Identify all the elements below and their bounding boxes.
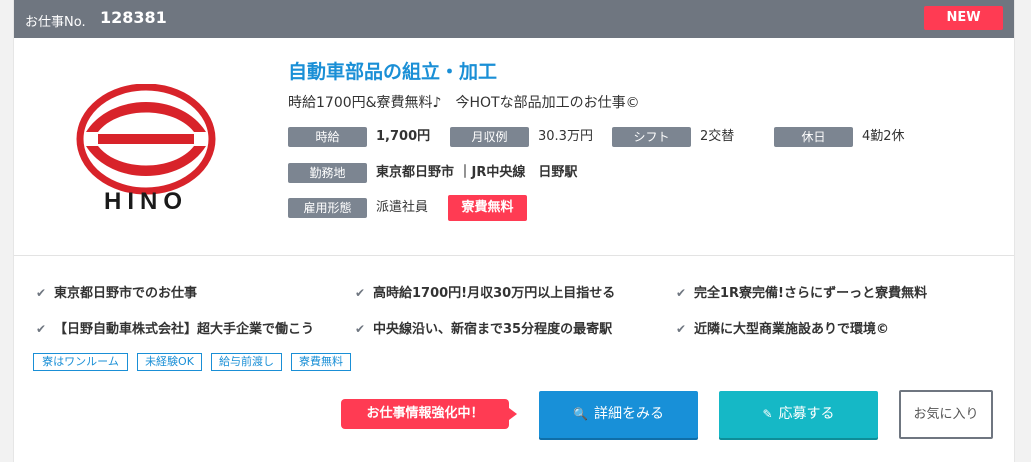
check-icon: ✔ <box>676 322 687 336</box>
check-icon: ✔ <box>676 286 687 300</box>
monthly-income-value: 30.3万円 <box>538 129 593 144</box>
holiday-value: 4勤2休 <box>862 129 905 144</box>
feature-item: ✔ 完全1R寮完備!さらにずーっと寮費無料 <box>676 286 928 301</box>
new-badge: NEW <box>924 6 1003 30</box>
apply-button[interactable]: ✎ 応募する <box>719 391 878 438</box>
job-card: お仕事No. 128381 NEW HINO 自動車部品の組立・加工 時給170… <box>13 0 1015 462</box>
location-label: 勤務地 <box>288 163 367 183</box>
free-dormitory-badge: 寮費無料 <box>448 195 527 221</box>
feature-item: ✔ 【日野自動車株式会社】超大手企業で働こう <box>36 322 315 337</box>
promo-callout: お仕事情報強化中！ <box>341 399 509 429</box>
section-divider <box>14 255 1014 256</box>
tag-free-dorm: 寮費無料 <box>291 353 351 371</box>
wage-value: 1,700円 <box>376 129 431 144</box>
employment-type-label: 雇用形態 <box>288 198 367 218</box>
feature-item: ✔ 中央線沿い、新宿まで35分程度の最寄駅 <box>355 322 613 337</box>
feature-item: ✔ 東京都日野市でのお仕事 <box>36 286 198 301</box>
location-value: 東京都日野市 ｜JR中央線 日野駅 <box>376 165 578 180</box>
check-icon: ✔ <box>355 286 366 300</box>
svg-text:HINO: HINO <box>104 188 188 212</box>
shift-value: 2交替 <box>700 129 735 144</box>
apply-icon: ✎ <box>762 407 773 421</box>
shift-label: シフト <box>612 127 691 147</box>
job-number-label: お仕事No. <box>25 15 86 30</box>
tag-one-room-dorm: 寮はワンルーム <box>33 353 128 371</box>
feature-item: ✔ 近隣に大型商業施設ありで環境© <box>676 322 890 337</box>
feature-item: ✔ 高時給1700円!月収30万円以上目指せる <box>355 286 616 301</box>
check-icon: ✔ <box>355 322 366 336</box>
search-icon: 🔍 <box>573 407 588 421</box>
tag-advance-pay: 給与前渡し <box>211 353 282 371</box>
tag-no-experience: 未経験OK <box>137 353 202 371</box>
check-icon: ✔ <box>36 286 47 300</box>
job-subtitle: 時給1700円&寮費無料♪ 今HOTな部品加工のお仕事© <box>288 95 640 111</box>
favorite-button[interactable]: お気に入り <box>899 390 993 439</box>
callout-arrow <box>509 408 517 420</box>
job-title[interactable]: 自動車部品の組立・加工 <box>288 57 497 84</box>
view-details-button[interactable]: 🔍 詳細をみる <box>539 391 698 438</box>
job-card-header: お仕事No. 128381 NEW <box>14 0 1014 38</box>
wage-label: 時給 <box>288 127 367 147</box>
job-number: 128381 <box>100 8 167 27</box>
check-icon: ✔ <box>36 322 47 336</box>
holiday-label: 休日 <box>774 127 853 147</box>
company-logo: HINO <box>76 83 216 215</box>
employment-type-value: 派遣社員 <box>376 200 429 215</box>
monthly-income-label: 月収例 <box>450 127 529 147</box>
